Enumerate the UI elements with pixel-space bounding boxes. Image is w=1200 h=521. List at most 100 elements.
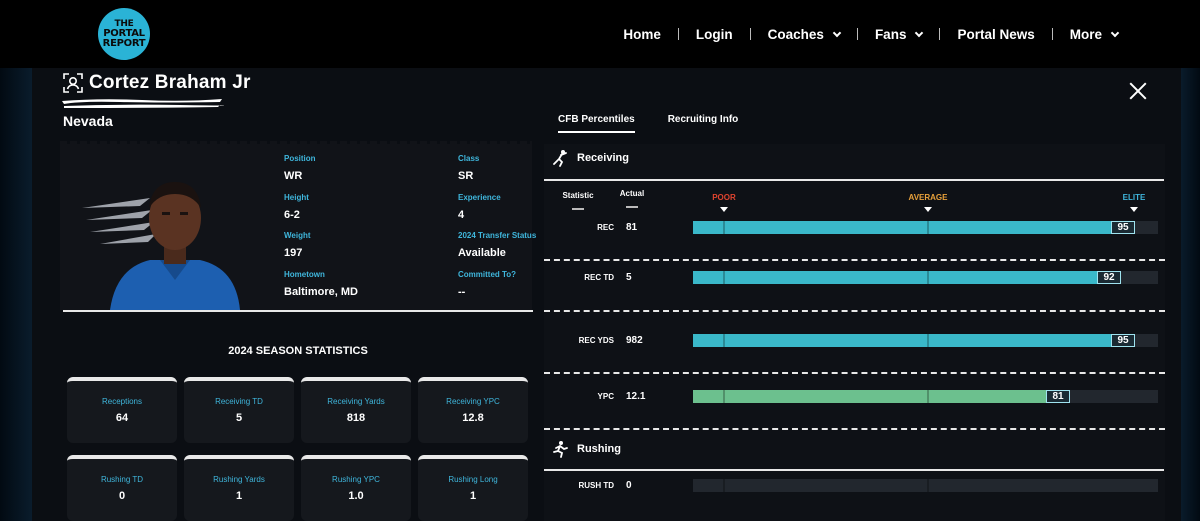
chevron-down-icon [832,28,842,37]
bar-marker [723,334,725,347]
row-stat-label: RUSH TD [578,481,614,490]
field-value: 4 [458,209,465,221]
nav-more[interactable]: More [1070,27,1120,42]
bar-marker [723,479,725,492]
percentile-badge: 92 [1097,271,1121,284]
field-value: WR [284,170,303,182]
row-stat-label: YPC [597,392,614,401]
column-statistic-label: Statistic [562,191,594,200]
stat-card-label: Receptions [101,397,143,406]
chevron-down-icon [915,28,924,37]
close-icon[interactable] [1128,82,1148,102]
nav-coaches[interactable]: Coaches [767,26,842,42]
scale-poor-label: POOR [712,193,736,202]
bar-marker [927,479,929,492]
percentile-bar: 92 [693,271,1158,284]
field-label: Position [284,154,316,163]
player-photo [80,168,270,310]
nav-home[interactable]: Home [623,27,661,42]
field-value: -- [458,286,466,298]
nav-portal-news-label: Portal News [957,26,1035,42]
percentile-bar-fill [693,390,1070,403]
rushing-label: Rushing [577,443,621,455]
percentile-bar: 95 [693,221,1158,234]
rushing-section-title: Rushing [551,440,621,458]
field-height: Height 6-2 [284,193,309,221]
tab-recruiting-info[interactable]: Recruiting Info [668,114,739,133]
row-divider [544,259,1165,261]
brush-underline [60,99,224,108]
player-header: Cortez Braham Jr [63,72,251,94]
nav-login[interactable]: Login [696,27,733,42]
stat-card-value: 64 [115,412,129,424]
bar-marker [927,221,929,234]
field-label: Weight [284,231,311,240]
section-divider [544,469,1164,471]
card-divider [63,310,533,312]
nav-divider [1051,28,1053,40]
scale-elite: ELITE [1116,193,1152,212]
field-label: Committed To? [458,270,517,279]
stat-card: Rushing YPC 1.0 [301,455,411,521]
stat-card-value: 5 [235,412,243,424]
field-hometown: Hometown Baltimore, MD [284,270,358,298]
row-actual-value: 982 [626,335,643,346]
stat-card-label: Receiving YPC [446,397,500,406]
tab-bar: CFB Percentiles Recruiting Info [558,114,738,133]
stat-card-label: Rushing Yards [213,475,265,484]
stat-card: Receiving TD 5 [184,377,294,443]
field-position: Position WR [284,154,316,182]
nav-portal-news[interactable]: Portal News [957,27,1034,42]
row-divider [544,310,1165,312]
main-nav: Home Login Coaches Fans Portal News More [623,0,1120,68]
top-navbar: THE PORTAL REPORT Home Login Coaches Fan… [0,0,1200,68]
field-transfer-status: 2024 Transfer Status Available [458,231,536,259]
nav-divider [749,28,751,40]
percentile-bar-empty [693,479,1158,492]
backdrop-left [0,68,32,521]
row-actual-value: 81 [626,222,638,233]
nav-fans-label: Fans [874,26,907,42]
nav-home-label: Home [623,26,661,42]
logo-line-2: PORTAL [103,27,145,39]
field-label: Height [284,193,309,202]
percentile-badge: 95 [1111,221,1135,234]
stat-card-label: Receiving TD [215,397,263,406]
field-label: Class [458,154,480,163]
receiving-label: Receiving [577,152,629,164]
column-statistic: Statistic [560,191,596,210]
field-label: Experience [458,193,501,202]
percentile-bar: 95 [693,334,1158,347]
scale-average-label: AVERAGE [908,193,948,202]
percentile-badge: 95 [1111,334,1135,347]
receiver-icon [553,150,567,167]
stat-card: Rushing TD 0 [67,455,177,521]
stat-card: Receiving YPC 12.8 [418,377,528,443]
chevron-down-icon [1110,28,1120,37]
portal-report-logo[interactable]: THE PORTAL REPORT [98,8,150,60]
field-value: Baltimore, MD [284,286,358,298]
stat-card-value: 0 [118,490,126,502]
tab-cfb-percentiles[interactable]: CFB Percentiles [558,114,635,133]
bar-marker [927,334,929,347]
player-name: Cortez Braham Jr [89,72,251,93]
bar-marker [723,221,725,234]
stat-card-label: Rushing YPC [332,475,380,484]
field-value: 197 [284,247,303,259]
stat-card-label: Rushing TD [100,475,144,484]
stat-card-value: 1 [469,490,477,502]
nav-fans[interactable]: Fans [874,26,924,42]
season-stats-title: 2024 SEASON STATISTICS [228,345,368,357]
nav-coaches-label: Coaches [767,26,824,42]
percentile-bar-fill [693,334,1135,347]
row-divider [544,372,1165,374]
stat-card-value: 818 [346,412,366,424]
stat-card-value: 1 [235,490,243,502]
scale-average: AVERAGE [900,193,956,212]
row-actual-value: 0 [626,480,632,491]
scale-poor: POOR [704,193,744,212]
field-label: 2024 Transfer Status [458,231,537,240]
stat-card: Rushing Yards 1 [184,455,294,521]
field-class: Class SR [458,154,479,182]
percentile-bar: 81 [693,390,1158,403]
